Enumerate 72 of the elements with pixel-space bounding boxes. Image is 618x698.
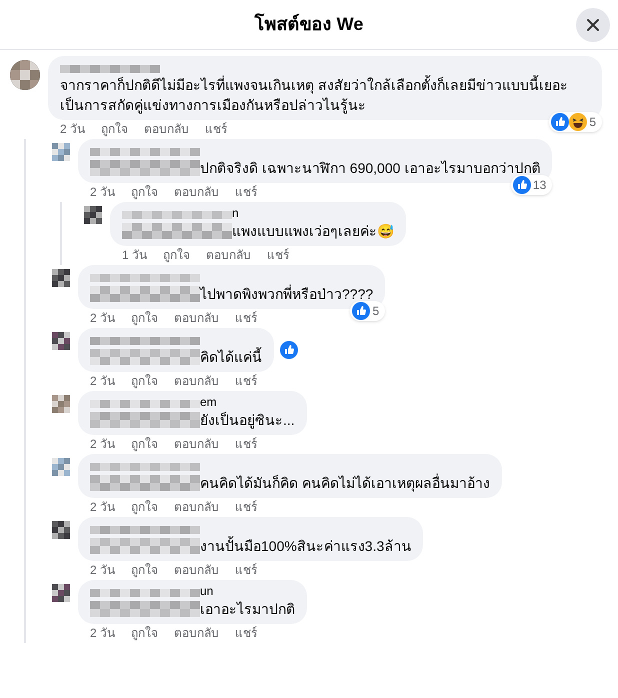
comment-action-link[interactable]: ถูกใจ <box>131 562 158 578</box>
comment-text: คนคิดได้มันก็คิด คนคิดไม่ได้เอาเหตุผลอื่นมาอ้าง <box>200 473 490 493</box>
comment-action-link[interactable]: ถูกใจ <box>131 184 158 200</box>
comment-action-link[interactable]: แชร์ <box>235 625 258 641</box>
comment-action-link[interactable]: ตอบกลับ <box>174 436 220 452</box>
comment-action-link[interactable]: ถูกใจ <box>101 121 128 137</box>
like-icon <box>512 176 531 194</box>
comment-action-link[interactable]: ตอบกลับ <box>174 184 220 200</box>
comment-text: ไปพาดพิงพวกพี่หรือป่าว???? <box>200 284 374 304</box>
like-icon <box>352 302 370 320</box>
close-button[interactable] <box>576 8 610 42</box>
comment-time[interactable]: 2 วัน <box>90 184 116 200</box>
comment-time[interactable]: 2 วัน <box>90 562 116 578</box>
comment-action-link[interactable]: ตอบกลับ <box>174 562 220 578</box>
comment-action-link[interactable]: แชร์ <box>235 562 258 578</box>
avatar-drawing <box>52 395 70 413</box>
comment-action-link[interactable]: แชร์ <box>235 436 258 452</box>
comment-action-link[interactable]: ตอบกลับ <box>206 247 252 263</box>
comment-time[interactable]: 2 วัน <box>90 625 116 641</box>
comment-action-link[interactable]: ถูกใจ <box>131 373 158 389</box>
like-icon <box>551 113 570 131</box>
avatar[interactable] <box>10 60 40 90</box>
comment-action-link[interactable]: ตอบกลับ <box>174 310 220 326</box>
reaction-summary[interactable]: 5 <box>350 301 386 321</box>
comment-action-link[interactable]: ตอบกลับ <box>144 121 190 137</box>
reaction-summary[interactable]: 13 <box>510 175 552 195</box>
comment-time[interactable]: 2 วัน <box>90 499 116 515</box>
comment-action-link[interactable]: แชร์ <box>235 310 258 326</box>
reaction-summary[interactable]: 5 <box>549 112 602 132</box>
comment-action-link[interactable]: ถูกใจ <box>131 310 158 326</box>
comment-action-link[interactable]: ตอบกลับ <box>174 625 220 641</box>
commenter-name[interactable]: un <box>200 585 214 597</box>
comment-text: คิดได้แค่นี้ <box>200 347 262 367</box>
reaction-count: 5 <box>589 114 597 131</box>
comment-text: เอาอะไรมาปกติ <box>200 600 295 619</box>
comment-text: จากราคาก็ปกติดีไม่มีอะไรที่แพงจนเกินเหตุ สงสัยว่าใกล้เลือกตั้งก็เลยมีข่าวแบบนี้เยอะ เป็นการสกัดคู่แข่งทางการเมืองกันหรือปล่าวไนรู้นะ <box>60 75 569 115</box>
like-icon <box>280 341 298 359</box>
avatar-drawing <box>52 458 70 476</box>
avatar-drawing <box>52 521 70 539</box>
avatar-drawing <box>52 584 70 602</box>
avatar-drawing <box>84 206 102 224</box>
avatar-drawing <box>10 60 40 90</box>
comment-action-link[interactable]: แชร์ <box>235 373 258 389</box>
dialog-title: โพสต์ของ We <box>254 12 364 36</box>
comment-action-link[interactable]: ถูกใจ <box>131 436 158 452</box>
comment-action-link[interactable]: ถูกใจ <box>163 247 190 263</box>
avatar-drawing <box>52 332 70 350</box>
laughing-face-icon <box>569 113 588 131</box>
close-icon <box>586 18 600 32</box>
commenter-name[interactable]: n <box>232 207 239 219</box>
avatar-drawing <box>52 269 70 287</box>
comment-time[interactable]: 2 วัน <box>60 121 86 137</box>
comment-time[interactable]: 2 วัน <box>90 373 116 389</box>
reaction-count: 13 <box>532 177 548 194</box>
comment-time[interactable]: 1 วัน <box>122 247 148 263</box>
comment-text: งานปั้นมือ100%สินะค่าแรง3.3ล้าน <box>200 536 412 556</box>
reaction-count: 5 <box>372 303 380 320</box>
comment-text: แพงแบบแพงเว่อๆเลยค่ะ😅 <box>232 222 394 241</box>
avatar-drawing <box>52 143 70 161</box>
comment-action-link[interactable]: แชร์ <box>267 247 290 263</box>
comment-time[interactable]: 2 วัน <box>90 436 116 452</box>
comment-text: ยังเป็นอยู่ซินะ... <box>200 410 295 430</box>
comment-action-link[interactable]: แชร์ <box>235 184 258 200</box>
comment-action-link[interactable]: ตอบกลับ <box>174 373 220 389</box>
comment-action-link[interactable]: ตอบกลับ <box>174 499 220 515</box>
comment-action-link[interactable]: ถูกใจ <box>131 625 158 641</box>
comment-time[interactable]: 2 วัน <box>90 310 116 326</box>
comment-text: ปกติจริงดิ เฉพาะนาฬิกา 690,000 เอาอะไรมาบอกว่าปกติ <box>200 159 540 178</box>
comment-action-link[interactable]: แชร์ <box>205 121 228 137</box>
commenter-name[interactable]: em <box>200 396 217 408</box>
comment-action-link[interactable]: แชร์ <box>235 499 258 515</box>
comment-action-link[interactable]: ถูกใจ <box>131 499 158 515</box>
